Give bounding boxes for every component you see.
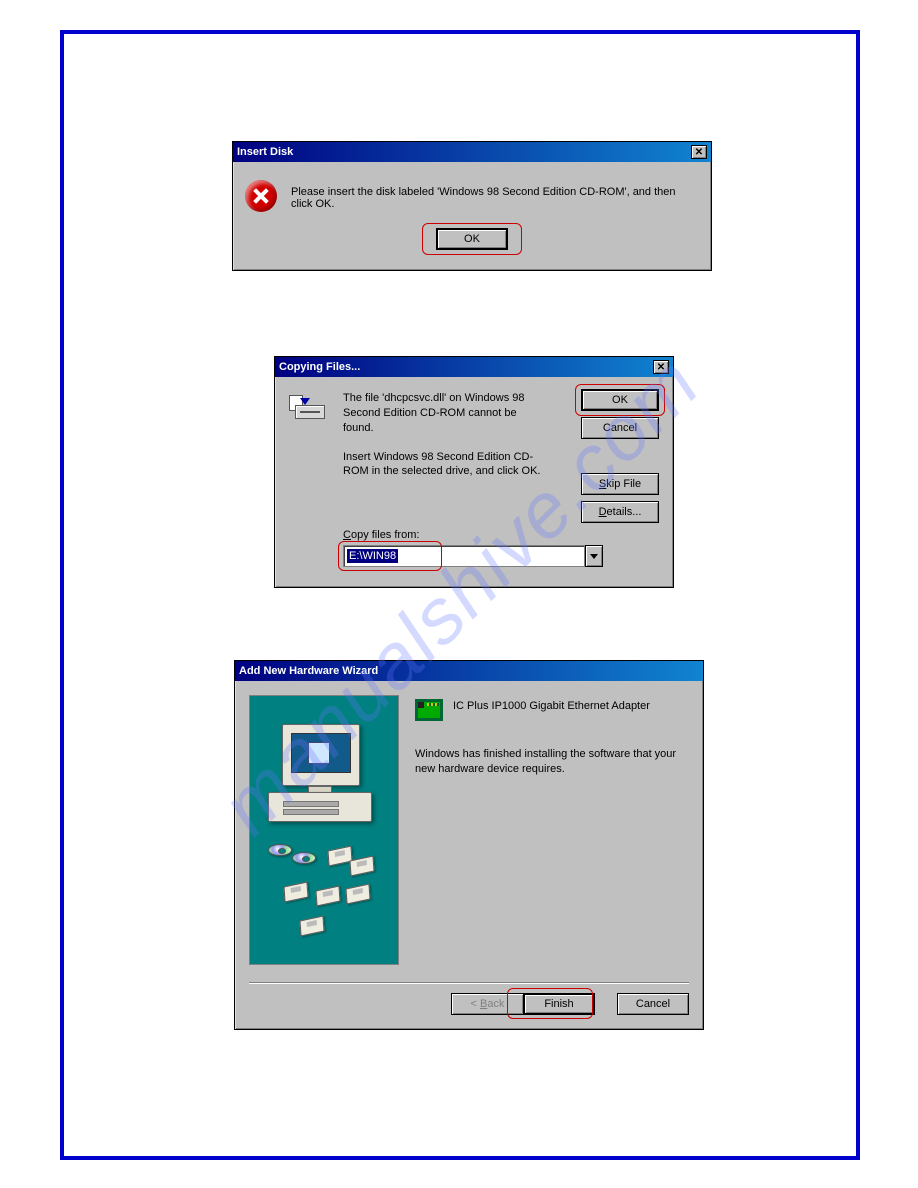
disk-icon <box>289 395 329 421</box>
titlebar[interactable]: Add New Hardware Wizard <box>235 661 703 681</box>
close-icon[interactable]: ✕ <box>653 360 669 374</box>
message-line-2: Insert Windows 98 Second Edition CD-ROM … <box>343 450 543 480</box>
dialog-message: The file 'dhcpcsvc.dll' on Windows 98 Se… <box>343 391 543 493</box>
copying-files-dialog: Copying Files... ✕ The file 'dhcpcsvc.dl… <box>274 356 674 588</box>
message-line-1: The file 'dhcpcsvc.dll' on Windows 98 Se… <box>343 391 543 436</box>
page-frame: Insert Disk ✕ Please insert the disk lab… <box>60 30 860 1160</box>
finished-message: Windows has finished installing the soft… <box>415 747 689 778</box>
titlebar[interactable]: Copying Files... ✕ <box>275 357 673 377</box>
close-icon[interactable]: ✕ <box>691 145 707 159</box>
hardware-icon <box>415 699 443 721</box>
error-icon <box>245 180 277 212</box>
back-button: < Back <box>451 993 523 1015</box>
copy-from-value[interactable]: E:\WIN98 <box>347 549 398 563</box>
dialog-title: Add New Hardware Wizard <box>239 665 378 677</box>
wizard-image <box>249 695 399 965</box>
insert-disk-dialog: Insert Disk ✕ Please insert the disk lab… <box>232 141 712 271</box>
copy-from-label: Copy files from: <box>343 529 419 541</box>
skip-file-button[interactable]: Skip File <box>581 473 659 495</box>
finish-button[interactable]: Finish <box>523 993 595 1015</box>
ok-button[interactable]: OK <box>581 389 659 411</box>
dropdown-button[interactable] <box>585 545 603 567</box>
titlebar[interactable]: Insert Disk ✕ <box>233 142 711 162</box>
cancel-button[interactable]: Cancel <box>581 417 659 439</box>
copy-from-combo[interactable]: E:\WIN98 <box>343 545 603 567</box>
dialog-title: Copying Files... <box>279 361 360 373</box>
cancel-button[interactable]: Cancel <box>617 993 689 1015</box>
dialog-message: Please insert the disk labeled 'Windows … <box>291 180 699 210</box>
ok-button[interactable]: OK <box>436 228 508 250</box>
dialog-title: Insert Disk <box>237 146 293 158</box>
device-name: IC Plus IP1000 Gigabit Ethernet Adapter <box>453 699 650 714</box>
details-button[interactable]: Details... <box>581 501 659 523</box>
hardware-wizard-dialog: Add New Hardware Wizard <box>234 660 704 1030</box>
